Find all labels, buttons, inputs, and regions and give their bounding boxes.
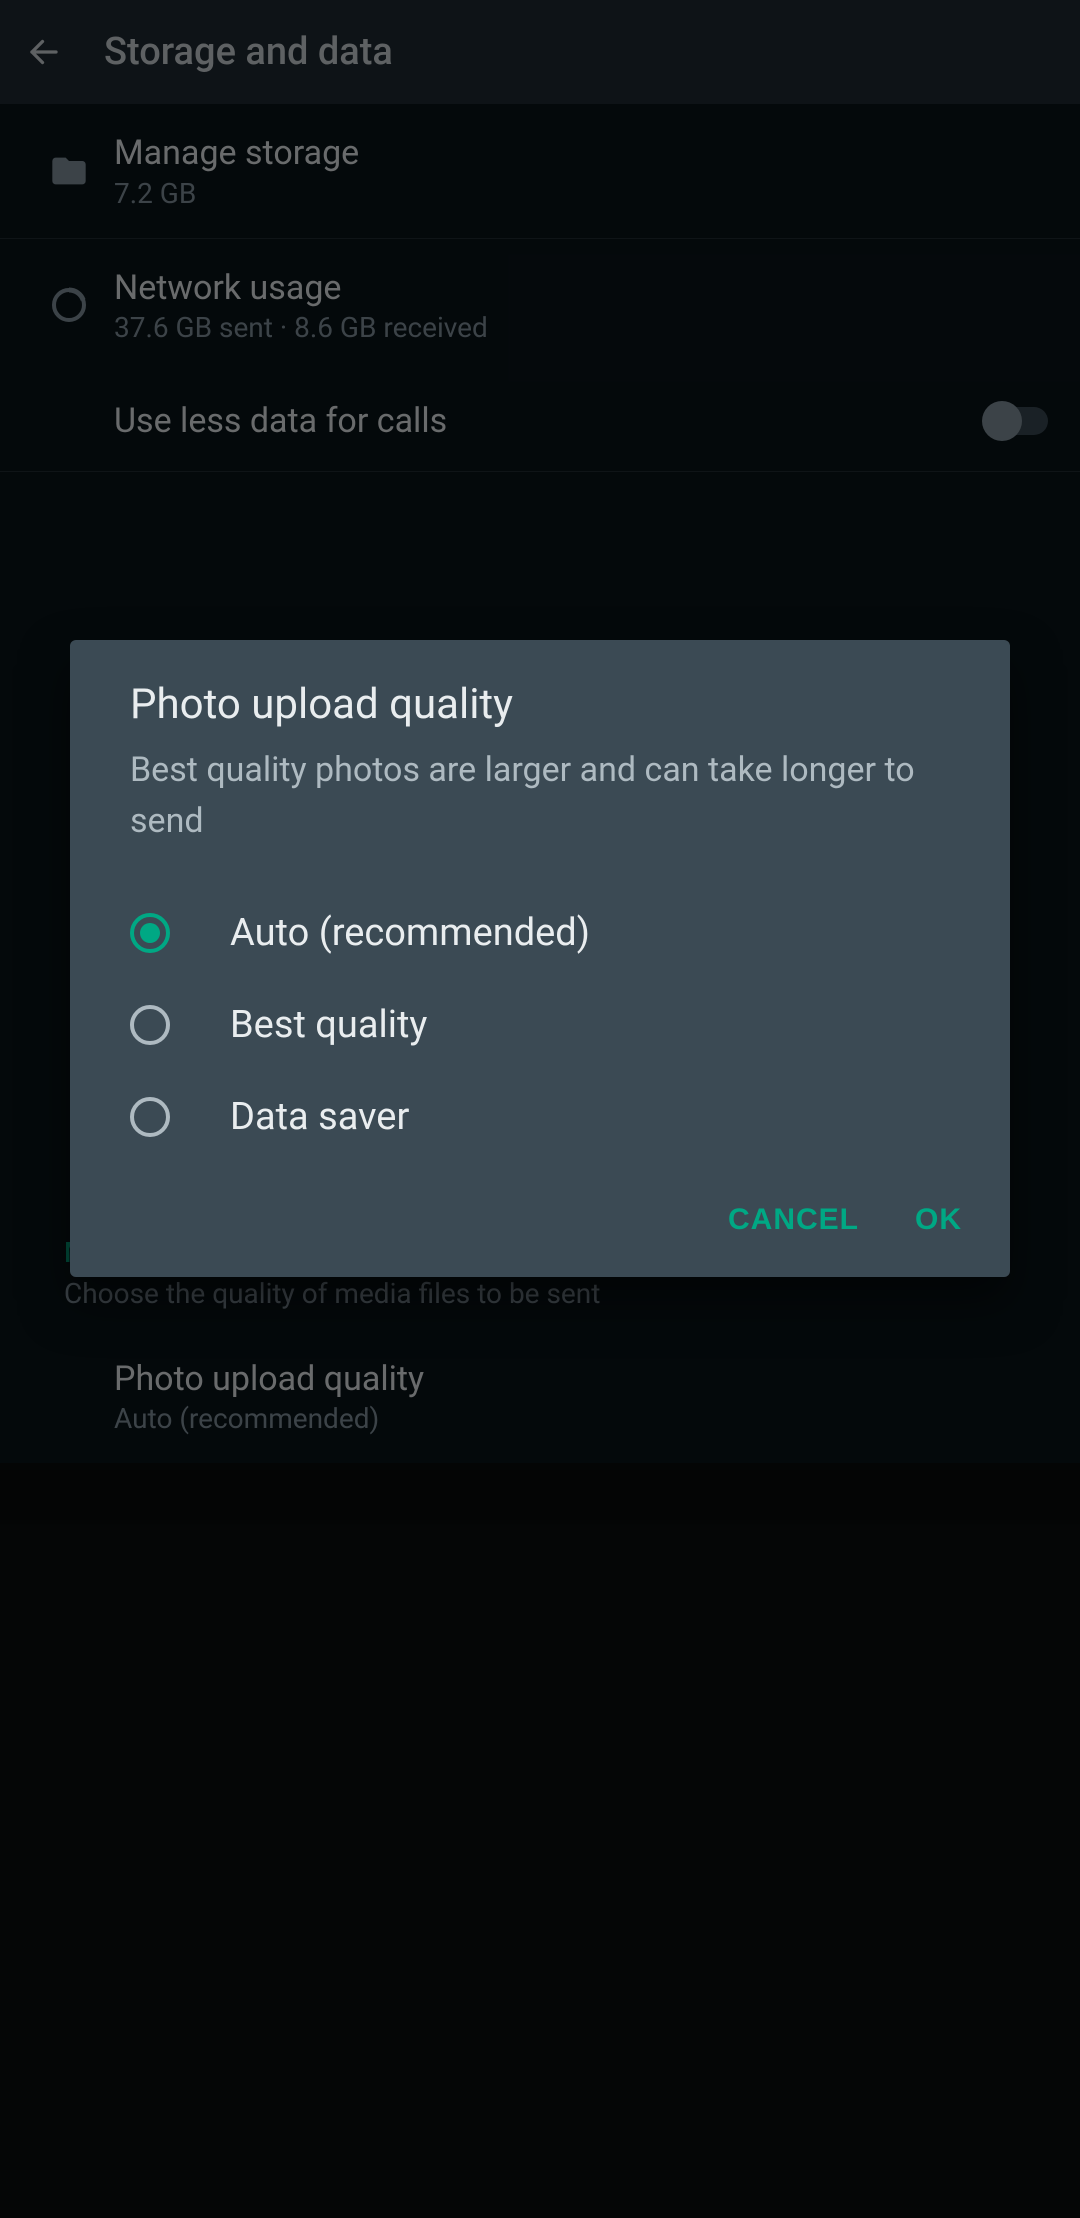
option-saver-label: Data saver bbox=[230, 1095, 409, 1139]
option-auto-label: Auto (recommended) bbox=[230, 911, 590, 955]
option-data-saver[interactable]: Data saver bbox=[90, 1071, 990, 1163]
radio-unselected-icon bbox=[130, 1097, 170, 1137]
radio-selected-icon bbox=[130, 913, 170, 953]
radio-unselected-icon bbox=[130, 1005, 170, 1045]
photo-quality-dialog: Photo upload quality Best quality photos… bbox=[70, 640, 1010, 1277]
dialog-description: Best quality photos are larger and can t… bbox=[70, 745, 1010, 887]
cancel-button[interactable]: CANCEL bbox=[728, 1203, 859, 1237]
ok-button[interactable]: OK bbox=[915, 1203, 962, 1237]
dialog-options: Auto (recommended) Best quality Data sav… bbox=[70, 887, 1010, 1163]
option-auto[interactable]: Auto (recommended) bbox=[90, 887, 990, 979]
dialog-title: Photo upload quality bbox=[70, 680, 1010, 745]
dialog-actions: CANCEL OK bbox=[70, 1163, 1010, 1261]
option-best-quality[interactable]: Best quality bbox=[90, 979, 990, 1071]
option-best-label: Best quality bbox=[230, 1003, 427, 1047]
